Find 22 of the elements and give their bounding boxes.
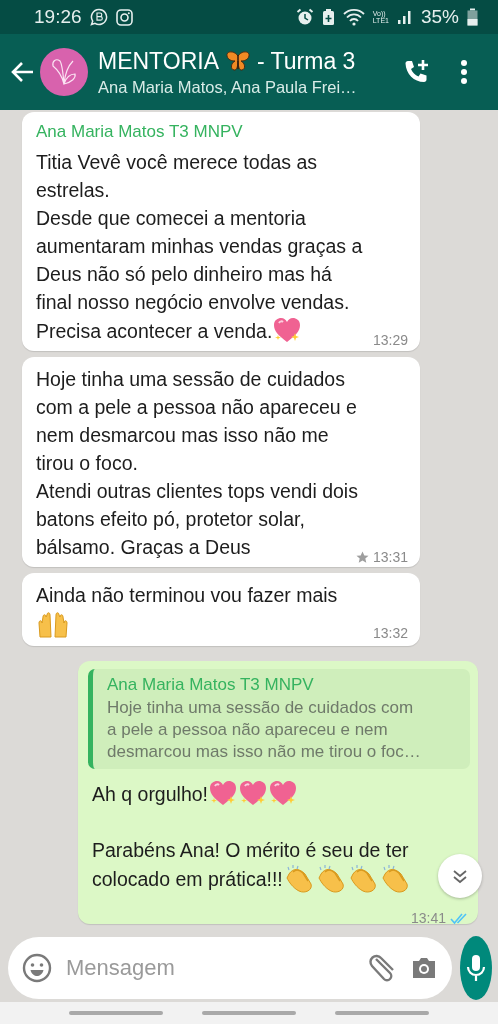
message-time: 13:31 (372, 549, 408, 565)
message-input[interactable]: Mensagem (64, 954, 356, 982)
battery-percentage: 35% (420, 6, 459, 28)
message-text: Parabéns Ana! O mérito é seu de ter (92, 839, 409, 861)
clock-time: 19:26 (34, 6, 82, 28)
message-time: 13:41 (410, 910, 446, 926)
group-title[interactable]: MENTORIA (98, 47, 219, 75)
message-input-field[interactable]: Mensagem (8, 937, 452, 999)
quoted-message-text: Hoje tinha uma sessão de cuidados com a pele a pessoa não apareceu e nem desmarcou mas isso não me tirou o foc… (107, 697, 422, 763)
quoted-message[interactable]: Ana Maria Matos T3 MNPV Hoje tinha uma sessão de cuidados com a pele a pessoa não apareceu e nem desmarcou mas isso não me tirou o foc… (88, 669, 470, 769)
group-members[interactable]: Ana Maria Matos, Ana Paula Frei… (98, 77, 392, 97)
message-text: Ah q orgulho! (92, 783, 208, 805)
message-text: colocado em prática!!! (92, 868, 283, 890)
group-title-suffix[interactable]: - Turma 3 (257, 47, 356, 75)
message-text: Precisa acontecer a venda. (36, 320, 273, 342)
incoming-message-bubble[interactable]: Ainda não terminou vou fazer mais 13:32 (22, 573, 420, 646)
message-time: 13:29 (372, 332, 408, 348)
message-text: Ainda não terminou vou fazer mais (36, 584, 338, 606)
message-text: Hoje tinha uma sessão de cuidados com a pele a pessoa não apareceu e nem desmarcou mas isso não me tirou o foco. Atendi outras clientes tops vendi dois batons efeito pó, protetor solar, bálsamo. Graças a Deus (36, 368, 358, 558)
message-time: 13:32 (372, 625, 408, 641)
message-text: Titia Vevê você merece todas as estrelas. Desde que comecei a mentoria aumentaram minhas vendas graças a Deus não só pelo dinheiro mas há final nosso negócio envolve vendas. (36, 151, 363, 313)
quoted-sender-name: Ana Maria Matos T3 MNPV (107, 675, 315, 695)
